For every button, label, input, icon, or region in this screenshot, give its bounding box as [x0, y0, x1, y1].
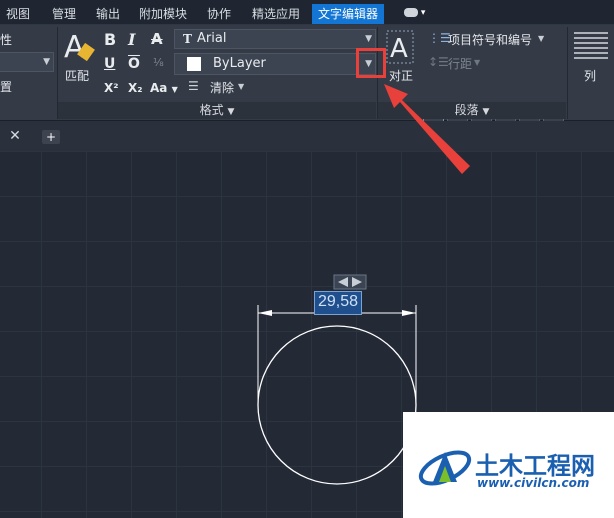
dimension-arrow-right — [402, 310, 416, 316]
dimension-value: 29,58 — [318, 293, 359, 310]
watermark-url: www.civilcn.com — [477, 476, 590, 490]
watermark: 土木工程网 www.civilcn.com — [403, 412, 614, 518]
dimension-text-editor[interactable]: 29,58 — [314, 291, 362, 315]
watermark-logo-icon — [418, 450, 472, 486]
dimension-arrow-left — [258, 310, 272, 316]
annotation-arrow — [384, 84, 470, 174]
circle-entity — [257, 325, 417, 485]
